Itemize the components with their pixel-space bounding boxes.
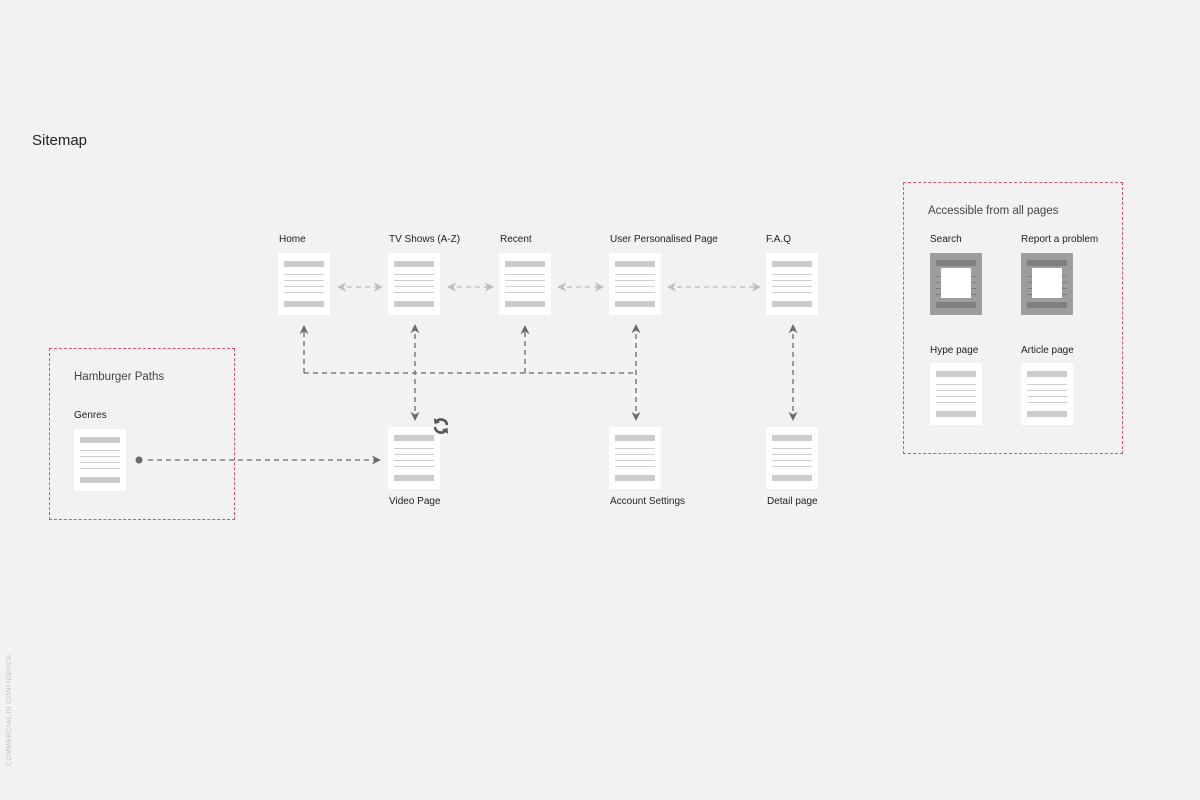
page-node-genres[interactable]: [74, 429, 126, 491]
hamburger-zone-title: Hamburger Paths: [74, 371, 165, 383]
page-label-tv-shows: TV Shows (A-Z): [389, 234, 461, 245]
page-label-home: Home: [279, 234, 306, 245]
page-node-hype[interactable]: [930, 363, 982, 425]
page-node-report-problem[interactable]: [1021, 253, 1073, 315]
page-label-account-settings: Account Settings: [610, 496, 686, 507]
page-node-article[interactable]: [1021, 363, 1073, 425]
page-label-video: Video Page: [389, 496, 441, 507]
page-node-tv-shows[interactable]: [388, 253, 440, 315]
confidential-notice: COMMERCIAL IN CONFIDENCE: [6, 654, 13, 766]
page-label-article: Article page: [1021, 345, 1074, 356]
page-label-hype: Hype page: [930, 345, 979, 356]
page-node-video[interactable]: [388, 427, 440, 489]
page-label-detail: Detail page: [767, 496, 818, 507]
page-node-home[interactable]: [278, 253, 330, 315]
page-node-recent[interactable]: [499, 253, 551, 315]
page-node-user-personalised[interactable]: [609, 253, 661, 315]
page-label-report-problem: Report a problem: [1021, 234, 1099, 245]
page-label-user-personalised: User Personalised Page: [610, 234, 718, 245]
page-label-genres: Genres: [74, 410, 107, 421]
refresh-icon: [433, 418, 449, 434]
page-label-faq: F.A.Q: [766, 234, 792, 245]
page-node-account-settings[interactable]: [609, 427, 661, 489]
global-zone-title: Accessible from all pages: [928, 205, 1059, 217]
page-node-faq[interactable]: [766, 253, 818, 315]
page-node-detail[interactable]: [766, 427, 818, 489]
page-node-search[interactable]: [930, 253, 982, 315]
page-label-recent: Recent: [500, 234, 532, 245]
page-label-search: Search: [930, 234, 962, 245]
